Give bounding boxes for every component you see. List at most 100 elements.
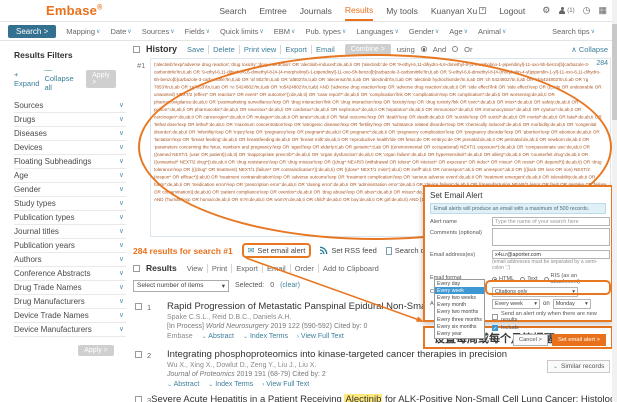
search-menu-item[interactable]: Languages∨: [356, 27, 399, 36]
content-dropdown[interactable]: Citations only▾: [492, 287, 578, 297]
alert-name-input[interactable]: [492, 217, 610, 226]
search-tips-link[interactable]: Search tips∨: [552, 27, 595, 36]
apply-filters-button-bottom[interactable]: Apply >: [78, 345, 114, 356]
history-action-link[interactable]: Print view: [239, 45, 281, 54]
cancel-button[interactable]: Cancel >: [513, 334, 548, 346]
result-checkbox[interactable]: [135, 396, 142, 402]
filter-category[interactable]: Drug Trade Names ∨: [14, 281, 126, 295]
result-checkbox[interactable]: [135, 351, 142, 358]
collapse-all-link[interactable]: — Collapse all: [44, 65, 81, 92]
filter-category[interactable]: Authors ∨: [14, 253, 126, 267]
index-terms-link[interactable]: ⌄ Index Terms: [243, 333, 288, 340]
format-radio-option[interactable]: RIS (as an attachment): [544, 273, 607, 285]
filter-category[interactable]: Diseases ∨: [14, 127, 126, 141]
history-action-link[interactable]: Save: [183, 45, 208, 54]
search-menu-item[interactable]: Pub. types∨: [305, 27, 346, 36]
set-email-alert-button[interactable]: ✉ Set email alert: [242, 243, 312, 258]
header-nav-item[interactable]: Results: [345, 1, 373, 21]
day-dropdown[interactable]: Monday▾: [553, 299, 591, 309]
similar-records-button[interactable]: ⌄Similar records: [547, 360, 610, 373]
frequency-option[interactable]: Every two months: [435, 309, 484, 316]
comments-textarea[interactable]: [492, 228, 610, 246]
embase-logo[interactable]: Embase®: [46, 3, 102, 18]
filter-category[interactable]: Drugs ∨: [14, 113, 126, 127]
clear-selection-link[interactable]: (clear): [280, 282, 300, 289]
header-nav-item[interactable]: Journals: [300, 2, 332, 20]
gear-icon[interactable]: ⚙: [542, 5, 550, 16]
set-email-alert-submit-button[interactable]: Set email alert >: [552, 334, 606, 346]
frequency-option[interactable]: Every year: [435, 330, 484, 337]
scrollbar-thumb[interactable]: [612, 24, 617, 120]
format-radio-option[interactable]: HTML: [492, 276, 514, 282]
filter-category[interactable]: Journal titles ∨: [14, 225, 126, 239]
results-action-link[interactable]: Order: [290, 264, 318, 273]
header-nav-item[interactable]: My tools: [386, 2, 418, 20]
history-action-link[interactable]: Email: [311, 45, 339, 54]
select-number-of-items-dropdown[interactable]: Select number of items▾: [133, 280, 229, 292]
history-results-count-link[interactable]: 284: [596, 60, 608, 67]
search-button[interactable]: Search >: [8, 25, 56, 38]
filter-category[interactable]: Drug Manufacturers ∨: [14, 295, 126, 309]
expand-all-link[interactable]: + Expand: [14, 70, 39, 88]
page-scrollbar[interactable]: [612, 0, 617, 402]
frequency-dropdown[interactable]: Every week▾: [492, 299, 540, 309]
search-menu-item[interactable]: EBM∨: [274, 27, 296, 36]
logout-link[interactable]: Logout: [499, 2, 525, 20]
combine-button[interactable]: Combine >: [345, 44, 391, 55]
result-title-link[interactable]: Severe Acute Hepatitis in a Patient Rece…: [151, 394, 617, 402]
search-menu-item[interactable]: Sources∨: [142, 27, 175, 36]
frequency-option[interactable]: Every week: [435, 287, 484, 294]
frequency-option[interactable]: Every three months: [435, 316, 484, 323]
search-menu-item[interactable]: Animal∨: [478, 27, 506, 36]
frequency-option[interactable]: Every six months: [435, 323, 484, 330]
search-menu-item[interactable]: Gender∨: [409, 27, 439, 36]
history-action-link[interactable]: Export: [280, 45, 311, 54]
user-menu[interactable]: Kuanyan Xu▾: [431, 6, 486, 16]
filter-category[interactable]: Conference Abstracts ∨: [14, 267, 126, 281]
frequency-option[interactable]: Every two weeks: [435, 294, 484, 301]
frequency-option[interactable]: Every day: [435, 280, 484, 287]
filter-category[interactable]: Study types ∨: [14, 197, 126, 211]
filter-category[interactable]: Age ∨: [14, 169, 126, 183]
alerts-button[interactable]: (1): [558, 7, 574, 15]
filter-category[interactable]: Device Manufacturers ∨: [14, 323, 126, 337]
format-radio-option[interactable]: Text: [520, 276, 537, 282]
index-terms-link[interactable]: ⌄ Index Terms: [208, 381, 253, 388]
search-menu-item[interactable]: Fields∨: [185, 27, 210, 36]
history-clock-icon[interactable]: ◷: [583, 5, 591, 16]
results-action-link[interactable]: Export: [231, 264, 262, 273]
include-checkbox[interactable]: ✓: [492, 325, 498, 331]
filter-category[interactable]: Gender ∨: [14, 183, 126, 197]
combine-and-radio[interactable]: [421, 46, 427, 52]
collapse-history-link[interactable]: ∧ Collapse: [571, 45, 608, 54]
view-full-text-link[interactable]: › View Full Text: [297, 333, 344, 340]
filter-category[interactable]: Devices ∨: [14, 141, 126, 155]
apply-filters-button-top[interactable]: Apply >: [86, 70, 116, 88]
set-rss-feed-button[interactable]: Set RSS feed: [320, 246, 376, 256]
results-select-all-checkbox[interactable]: [133, 265, 140, 272]
results-action-link[interactable]: Email: [262, 264, 290, 273]
abstract-link[interactable]: ⌄ Abstract: [167, 381, 199, 388]
filter-category[interactable]: Device Trade Names ∨: [14, 309, 126, 323]
header-nav-item[interactable]: Search: [219, 2, 246, 20]
result-checkbox[interactable]: [135, 303, 142, 310]
view-full-text-link[interactable]: › View Full Text: [262, 381, 309, 388]
combine-or-radio[interactable]: [452, 46, 458, 52]
search-menu-item[interactable]: Date∨: [110, 27, 131, 36]
filter-category[interactable]: Publication types ∨: [14, 211, 126, 225]
history-action-link[interactable]: Delete: [208, 45, 239, 54]
filter-category[interactable]: Sources ∨: [14, 99, 126, 113]
new-results-only-checkbox[interactable]: [492, 314, 498, 320]
search-menu-item[interactable]: Quick limits∨: [220, 27, 264, 36]
abstract-link[interactable]: ⌄ Abstract: [202, 333, 234, 340]
results-action-link[interactable]: Print: [207, 264, 231, 273]
filter-category[interactable]: Floating Subheadings ∨: [14, 155, 126, 169]
results-action-link[interactable]: View: [183, 264, 207, 273]
apps-grid-icon[interactable]: ▦: [598, 5, 607, 16]
search-menu-item[interactable]: Age∨: [449, 27, 468, 36]
email-addresses-input[interactable]: [492, 250, 610, 259]
results-action-link[interactable]: Add to Clipboard: [318, 264, 383, 273]
result-title-link[interactable]: Integrating phosphoproteomics into kinas…: [167, 349, 612, 360]
filter-category[interactable]: Publication years ∨: [14, 239, 126, 253]
frequency-option[interactable]: Every month: [435, 302, 484, 309]
